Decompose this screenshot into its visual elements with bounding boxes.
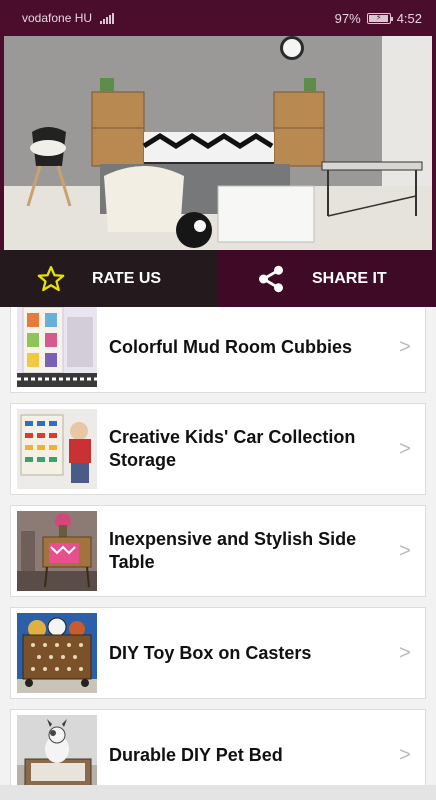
share-it-button[interactable]: SHARE IT xyxy=(218,250,436,307)
list-item-title: Inexpensive and Stylish Side Table xyxy=(109,529,357,572)
clock: 4:52 xyxy=(396,10,422,26)
chevron-right-icon: > xyxy=(399,743,411,766)
pet-bed-thumbnail xyxy=(17,715,97,785)
chevron-right-icon: > xyxy=(399,335,411,358)
list-item-title: Durable DIY Pet Bed xyxy=(109,744,283,765)
share-icon xyxy=(256,264,286,294)
bottom-bar xyxy=(0,785,436,800)
list-item-title: DIY Toy Box on Casters xyxy=(109,642,312,663)
list-item[interactable]: DIY Toy Box on Casters > xyxy=(10,607,426,699)
rate-us-button[interactable]: RATE US xyxy=(0,250,218,307)
hero-image xyxy=(4,36,432,250)
chevron-right-icon: > xyxy=(399,641,411,664)
list-item[interactable]: Inexpensive and Stylish Side Table > xyxy=(10,505,426,597)
status-right: 97% ⚡ 4:52 xyxy=(335,11,422,26)
mud-room-cubbies-thumbnail xyxy=(17,307,97,387)
charging-icon: ⚡ xyxy=(375,13,382,22)
car-collection-thumbnail xyxy=(17,409,97,489)
share-it-label: SHARE IT xyxy=(312,269,387,287)
hero-banner xyxy=(0,36,436,250)
list-item-title: Colorful Mud Room Cubbies xyxy=(109,336,352,357)
list-item[interactable]: Creative Kids' Car Collection Storage > xyxy=(10,403,426,495)
signal-icon xyxy=(100,12,115,24)
idea-list: Colorful Mud Room Cubbies > Creative Kid… xyxy=(0,307,436,785)
status-left: vodafone HU xyxy=(22,11,115,25)
star-icon xyxy=(36,264,66,294)
chevron-right-icon: > xyxy=(399,539,411,562)
chevron-right-icon: > xyxy=(399,437,411,460)
carrier-name: vodafone HU xyxy=(22,11,93,25)
toy-box-thumbnail xyxy=(17,613,97,693)
battery-icon: ⚡ xyxy=(366,12,393,24)
list-item[interactable]: Durable DIY Pet Bed > xyxy=(10,709,426,785)
action-bar: RATE US SHARE IT xyxy=(0,250,436,307)
list-item[interactable]: Colorful Mud Room Cubbies > xyxy=(10,307,426,393)
status-bar: vodafone HU 97% ⚡ 4:52 xyxy=(0,0,436,36)
battery-percent: 97% xyxy=(334,10,361,26)
list-item-title: Creative Kids' Car Collection Storage xyxy=(109,427,356,470)
side-table-thumbnail xyxy=(17,511,97,591)
rate-us-label: RATE US xyxy=(92,269,162,287)
